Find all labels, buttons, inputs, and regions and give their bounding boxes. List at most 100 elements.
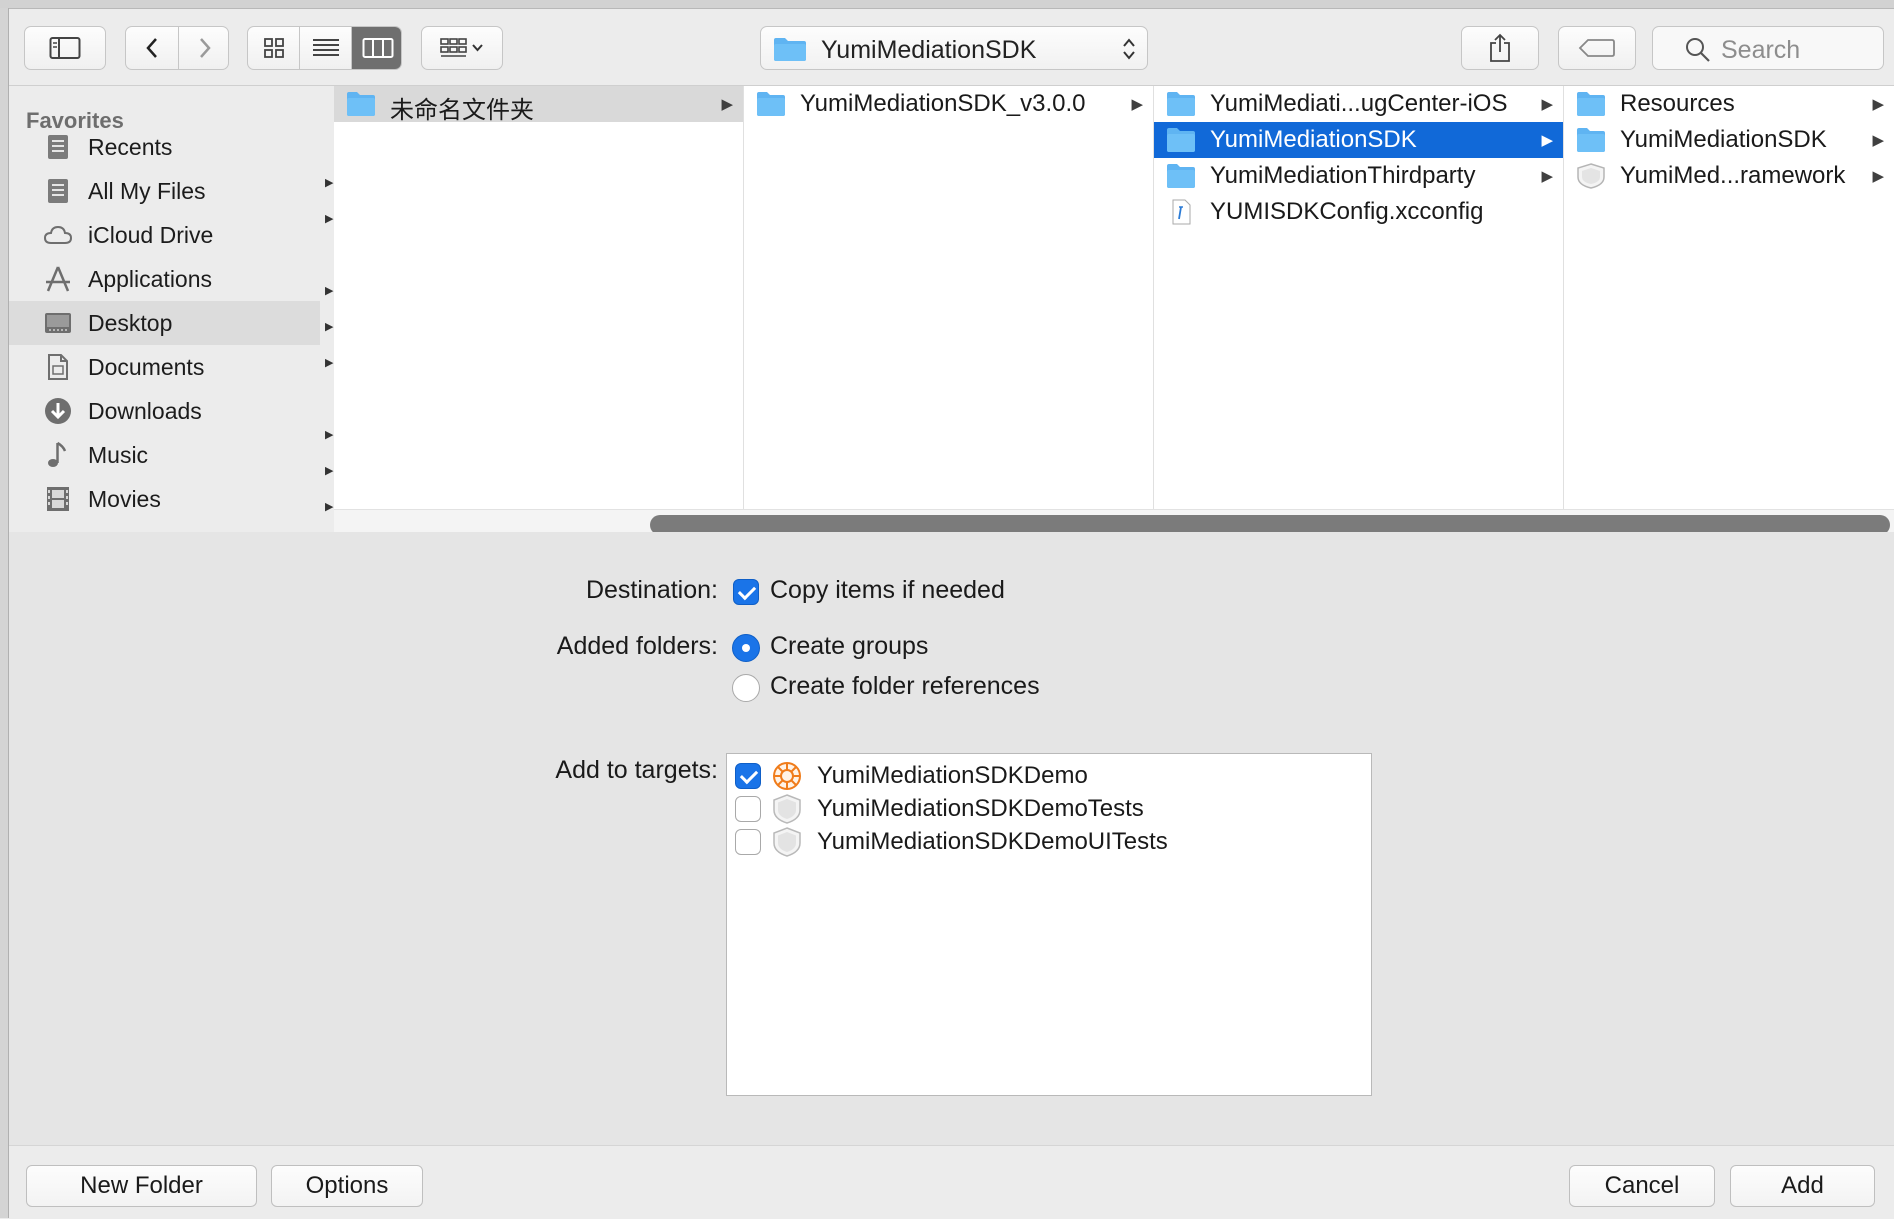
disclosure-arrow-icon: ▶ (721, 96, 733, 113)
target-label: YumiMediationSDKDemoUITests (817, 828, 1168, 855)
list-item[interactable]: YumiMediationSDK ▶ (1564, 122, 1894, 158)
disclosure-arrow-icon: ▶ (325, 465, 334, 477)
folder-icon (347, 92, 375, 116)
create-folder-references-radio[interactable] (732, 674, 760, 702)
target-label: YumiMediationSDKDemo (817, 762, 1088, 789)
tag-icon (1578, 39, 1615, 57)
browser-column-1: 未命名文件夹 ▶ (334, 86, 744, 509)
sidebar-item-label: Recents (88, 134, 173, 160)
disclosure-arrow-icon: ▶ (325, 285, 334, 297)
disclosure-arrow-icon: ▶ (325, 357, 334, 369)
browser-column-3: YumiMediati...ugCenter-iOS ▶ YumiMediati… (1154, 86, 1564, 509)
target-checkbox[interactable] (735, 763, 761, 789)
list-item-label: YumiMediati...ugCenter-iOS (1210, 90, 1508, 117)
new-folder-button[interactable]: New Folder (26, 1165, 257, 1207)
options-panel: Destination: Copy items if needed Added … (9, 532, 1894, 1145)
create-groups-label: Create groups (770, 632, 929, 660)
add-to-targets-label: Add to targets: (555, 756, 718, 784)
sidebar-item-applications[interactable]: Applications (9, 257, 320, 301)
create-folder-references-label: Create folder references (770, 672, 1040, 700)
search-icon (1686, 38, 1710, 62)
framework-icon (1577, 163, 1605, 189)
search-field[interactable]: Search (1652, 26, 1884, 70)
list-item[interactable]: YUMISDKConfig.xcconfig (1154, 194, 1563, 230)
column-browser: 未命名文件夹 ▶ YumiMediationSDK_v3.0.0 ▶ YumiM… (334, 86, 1894, 509)
folder-icon (1167, 164, 1195, 188)
column-view-button[interactable] (352, 27, 401, 69)
sidebar-item-downloads[interactable]: Downloads (9, 389, 320, 433)
sidebar-item-music[interactable]: Music (9, 433, 320, 477)
path-popup[interactable]: YumiMediationSDK (760, 26, 1148, 70)
app-target-icon (773, 762, 801, 790)
test-target-icon (773, 794, 801, 824)
toolbar: YumiMediationSDK Search (9, 9, 1894, 86)
copy-items-label: Copy items if needed (770, 576, 1005, 604)
arrange-icon (440, 38, 483, 57)
all-files-icon (48, 179, 68, 203)
sidebar-item-all-my-files[interactable]: All My Files (9, 169, 320, 213)
list-item[interactable]: YumiMediationThirdparty ▶ (1154, 158, 1563, 194)
list-item[interactable]: YumiMediationSDK_v3.0.0 ▶ (744, 86, 1153, 122)
list-item-label: 未命名文件夹 (390, 97, 534, 124)
path-popup-label: YumiMediationSDK (821, 36, 1037, 64)
sidebar-item-recents[interactable]: Recents (9, 125, 320, 169)
footer: New Folder Options Cancel Add (9, 1145, 1894, 1219)
folder-icon (1577, 92, 1605, 116)
horizontal-scrollbar[interactable] (334, 509, 1894, 535)
sidebar: Favorites Recents All My Files iCloud Dr… (9, 86, 320, 531)
target-row[interactable]: YumiMediationSDKDemoUITests (727, 825, 1371, 859)
sidebar-toggle-button[interactable] (24, 26, 106, 70)
list-item[interactable]: 未命名文件夹 ▶ (334, 86, 743, 124)
sidebar-item-label: Music (88, 442, 149, 468)
chevron-left-icon (146, 38, 157, 58)
list-item-label: YumiMediationSDK_v3.0.0 (800, 90, 1086, 117)
list-item-label: YUMISDKConfig.xcconfig (1210, 198, 1484, 225)
folder-icon (1167, 92, 1195, 116)
add-button[interactable]: Add (1730, 1165, 1875, 1207)
sidebar-item-desktop[interactable]: Desktop (9, 301, 320, 345)
window-left-edge (0, 8, 9, 1218)
share-button[interactable] (1461, 26, 1539, 70)
folder-icon (757, 92, 785, 116)
chevron-right-icon (199, 38, 211, 58)
list-item[interactable]: YumiMediati...ugCenter-iOS ▶ (1154, 86, 1563, 122)
options-button[interactable]: Options (271, 1165, 423, 1207)
sidebar-item-label: Documents (88, 354, 205, 380)
list-item[interactable]: YumiMed...ramework ▶ (1564, 158, 1894, 194)
cancel-button[interactable]: Cancel (1569, 1165, 1715, 1207)
cloud-icon (43, 225, 73, 244)
sidebar-item-movies[interactable]: Movies (9, 477, 320, 521)
sidebar-item-label: Movies (88, 486, 161, 512)
create-groups-radio[interactable] (732, 634, 760, 662)
list-view-button[interactable] (300, 27, 351, 69)
test-target-icon (773, 827, 801, 857)
recents-icon (48, 135, 68, 159)
disclosure-arrow-icon: ▶ (1541, 168, 1553, 185)
search-placeholder: Search (1721, 36, 1801, 64)
disclosure-arrow-icon: ▶ (325, 429, 334, 441)
downloads-icon (45, 398, 71, 424)
list-item[interactable]: YumiMediationSDK ▶ (1154, 122, 1563, 158)
movies-icon (47, 487, 69, 511)
list-item[interactable]: Resources ▶ (1564, 86, 1894, 122)
copy-items-checkbox[interactable] (733, 579, 759, 605)
back-button[interactable] (126, 27, 178, 69)
forward-button[interactable] (179, 27, 230, 69)
share-icon (1490, 33, 1510, 62)
disclosure-arrow-icon: ▶ (1131, 96, 1143, 113)
icon-view-button[interactable] (248, 27, 299, 69)
sidebar-item-documents[interactable]: Documents (9, 345, 320, 389)
target-row[interactable]: YumiMediationSDKDemo (727, 759, 1371, 793)
disclosure-arrow-icon: ▶ (325, 501, 334, 513)
sidebar-item-icloud-drive[interactable]: iCloud Drive (9, 213, 320, 257)
browser-column-4: Resources ▶ YumiMediationSDK ▶ YumiMed..… (1564, 86, 1894, 509)
sidebar-item-label: Applications (88, 266, 213, 292)
tag-button[interactable] (1558, 26, 1636, 70)
arrange-menu-button[interactable] (421, 26, 503, 70)
disclosure-arrow-icon: ▶ (325, 177, 334, 189)
target-checkbox[interactable] (735, 829, 761, 855)
sidebar-icon (49, 37, 81, 59)
target-checkbox[interactable] (735, 796, 761, 822)
updown-chevron-icon (1123, 38, 1135, 60)
target-row[interactable]: YumiMediationSDKDemoTests (727, 792, 1371, 826)
